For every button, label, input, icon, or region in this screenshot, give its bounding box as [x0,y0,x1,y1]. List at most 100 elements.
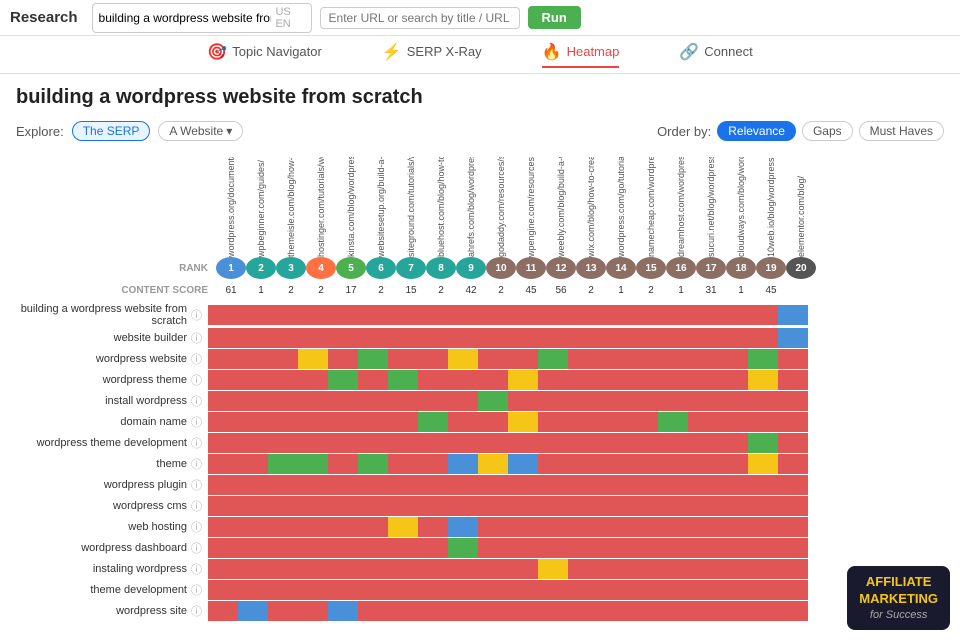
rank-cell-6: 6 [366,257,396,279]
heat-cell [778,580,808,600]
heat-cell [418,601,448,621]
row-label-text-8: wordpress plugin [104,479,187,491]
info-icon[interactable]: ⓘ [191,477,202,493]
table-row: install wordpressⓘ [16,391,944,411]
watermark: AFFILIATE MARKETING for Success [847,566,950,630]
heat-cell [718,538,748,558]
heat-cell [418,391,448,411]
order-relevance-button[interactable]: Relevance [717,121,796,141]
heat-cell [208,496,238,516]
heat-cell [448,433,478,453]
heat-cell [748,601,778,621]
tab-serp-xray[interactable]: ⚡ SERP X-Ray [382,42,482,68]
heat-cell [358,305,388,325]
heat-cell [508,580,538,600]
heat-cell [448,475,478,495]
row-label-3: wordpress themeⓘ [16,372,208,388]
info-icon[interactable]: ⓘ [191,540,202,556]
tab-heatmap[interactable]: 🔥 Heatmap [542,42,620,68]
info-icon[interactable]: ⓘ [191,307,202,323]
rank-cell-7: 7 [396,257,426,279]
run-button[interactable]: Run [528,6,581,29]
tab-topic-navigator[interactable]: 🎯 Topic Navigator [207,42,322,68]
search-box[interactable]: US EN [92,3,312,33]
info-icon[interactable]: ⓘ [191,456,202,472]
heat-cell [268,559,298,579]
heat-cell [388,496,418,516]
the-serp-button[interactable]: The SERP [72,121,151,141]
col-header-1: wordpress.org/documentation/article/how-… [216,147,246,257]
info-icon[interactable]: ⓘ [191,372,202,388]
info-icon[interactable]: ⓘ [191,561,202,577]
heat-cell [778,370,808,390]
heat-cell [598,517,628,537]
info-icon[interactable]: ⓘ [191,582,202,598]
col-header-text-13: wix.com/blog/how-to-create-a-wordpress-w… [586,157,596,257]
heat-cell [508,601,538,621]
order-gaps-button[interactable]: Gaps [802,121,853,141]
col-header-10: godaddy.com/resources/skills/how-to-buil… [486,147,516,257]
order-must-haves-button[interactable]: Must Haves [859,121,944,141]
info-icon[interactable]: ⓘ [191,435,202,451]
info-icon[interactable]: ⓘ [191,351,202,367]
score-cell-7: 15 [396,281,426,299]
tab-connect[interactable]: 🔗 Connect [679,42,752,68]
heat-cell [388,559,418,579]
heat-cell [688,559,718,579]
info-icon[interactable]: ⓘ [191,330,202,346]
heat-cell [568,412,598,432]
heat-cell [388,580,418,600]
rank-cell-3: 3 [276,257,306,279]
heat-cell [418,475,448,495]
score-cell-8: 2 [426,281,456,299]
heat-cell [508,349,538,369]
heat-cell [508,454,538,474]
info-icon[interactable]: ⓘ [191,603,202,619]
heat-cell [298,370,328,390]
table-row: instaling wordpressⓘ [16,559,944,579]
heat-cell [328,349,358,369]
col-header-text-11: wpengine.com/resources/wordpress-tutoria… [526,157,536,257]
score-cell-17: 31 [696,281,726,299]
col-header-text-4: hostinger.com/tutorials/wordpress/ [316,157,326,257]
heat-cell [568,475,598,495]
col-header-7: siteground.com/tutorials/wordpress/ [396,147,426,257]
info-icon[interactable]: ⓘ [191,414,202,430]
heat-cell [538,496,568,516]
heat-cell [748,496,778,516]
heat-cell [748,391,778,411]
heat-cell [328,559,358,579]
a-website-button[interactable]: A Website ▾ [158,121,243,141]
heat-cell [208,517,238,537]
heat-cell [538,433,568,453]
heat-cell [508,475,538,495]
col-header-text-7: siteground.com/tutorials/wordpress/ [406,157,416,257]
table-row: wordpress themeⓘ [16,370,944,390]
heat-cell [748,475,778,495]
heat-cell [208,412,238,432]
rank-cell-9: 9 [456,257,486,279]
row-label-text-6: wordpress theme development [37,437,187,449]
heat-cell [268,391,298,411]
heat-cell [268,370,298,390]
row-label-4: install wordpressⓘ [16,393,208,409]
col-header-text-17: sucuri.net/blog/wordpress-tutorial/ [706,157,716,257]
search-input[interactable] [99,11,272,25]
url-input[interactable] [320,7,520,29]
info-icon[interactable]: ⓘ [191,393,202,409]
heat-cell [568,517,598,537]
rank-cell-5: 5 [336,257,366,279]
heat-cell [748,559,778,579]
heat-cell [268,349,298,369]
score-cell-2: 1 [246,281,276,299]
heat-cell [418,349,448,369]
row-label-2: wordpress websiteⓘ [16,351,208,367]
heat-cell [478,328,508,348]
heat-cell [238,580,268,600]
heat-cell [658,475,688,495]
heat-cell [598,305,628,325]
heat-cell [688,433,718,453]
info-icon[interactable]: ⓘ [191,498,202,514]
info-icon[interactable]: ⓘ [191,519,202,535]
heat-cell [568,580,598,600]
